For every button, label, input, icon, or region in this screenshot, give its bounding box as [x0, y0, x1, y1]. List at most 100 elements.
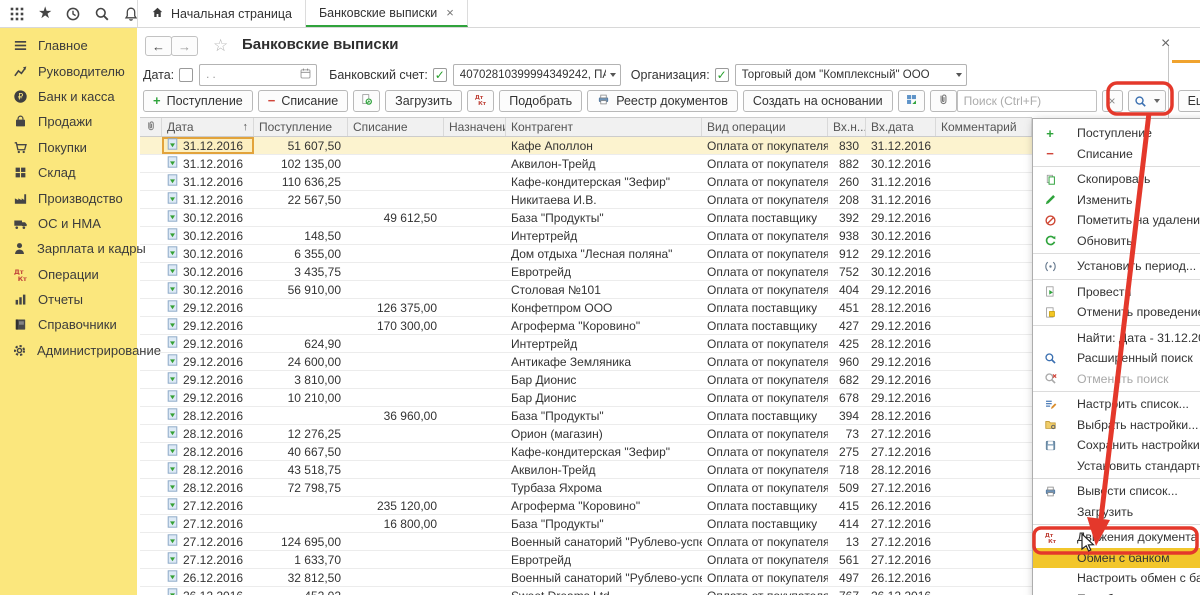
sidebar-item-hamburger[interactable]: Главное [0, 33, 137, 58]
table-row[interactable]: 29.12.2016170 300,00Агроферма "Коровино"… [140, 317, 1032, 335]
column-header-date[interactable]: Дата↑ [162, 118, 254, 136]
menu-item[interactable]: +Поступление [1033, 123, 1200, 144]
menu-item[interactable]: Найти: Дата - 31.12.2016 [1033, 328, 1200, 349]
table-row[interactable]: 31.12.201651 607,50Кафе АполлонОплата от… [140, 137, 1032, 155]
table-row[interactable]: 29.12.2016126 375,00Конфетпром ООООплата… [140, 299, 1032, 317]
column-header-num[interactable]: Вх.н... [828, 118, 866, 136]
menu-item-exchange-with-bank[interactable]: Обмен с банком [1033, 548, 1200, 569]
table-row[interactable]: 30.12.201656 910,00Столовая №101Оплата о… [140, 281, 1032, 299]
create-based-on-button[interactable]: Создать на основании [743, 90, 893, 112]
table-row[interactable]: 29.12.20163 810,00Бар ДионисОплата от по… [140, 371, 1032, 389]
sidebar-item-trend[interactable]: Руководителю [0, 58, 137, 83]
clear-search-button[interactable]: × [1102, 90, 1123, 112]
column-header-optype[interactable]: Вид операции [702, 118, 828, 136]
load-statement-button[interactable] [353, 90, 380, 112]
search-icon[interactable] [94, 5, 110, 23]
menu-item[interactable]: Провести [1033, 282, 1200, 303]
table-row[interactable]: 28.12.201636 960,00База "Продукты"Оплата… [140, 407, 1032, 425]
table-row[interactable]: 31.12.2016110 636,25Кафе-кондитерская "З… [140, 173, 1032, 191]
date-filter-input[interactable]: . . [199, 64, 317, 86]
menu-item[interactable]: Установить стандартные настройки [1033, 456, 1200, 477]
table-row[interactable]: 26.12.2016452,02Sweet Dreams LtdОплата о… [140, 587, 1032, 595]
sidebar-item-gear[interactable]: Администрирование [0, 338, 137, 363]
date-filter-checkbox[interactable] [179, 68, 193, 82]
movements-button[interactable]: ДтКт [467, 90, 494, 112]
sidebar-item-boxes[interactable]: Склад [0, 160, 137, 185]
menu-item[interactable]: Отменить проведение [1033, 302, 1200, 323]
menu-item[interactable]: Расширенный поиск [1033, 348, 1200, 369]
table-row[interactable]: 29.12.201624 600,00Антикафе ЗемляникаОпл… [140, 353, 1032, 371]
table-row[interactable]: 26.12.201632 812,50Военный санаторий "Ру… [140, 569, 1032, 587]
table-row[interactable]: 30.12.20163 435,75ЕвротрейдОплата от пок… [140, 263, 1032, 281]
org-filter-checkbox[interactable]: ✓ [715, 68, 729, 82]
menu-item[interactable]: Загрузить [1033, 502, 1200, 523]
exchange-button[interactable] [898, 90, 925, 112]
star-icon[interactable]: ★ [38, 5, 52, 23]
search-input[interactable] [957, 90, 1097, 112]
sidebar-item-truck[interactable]: ОС и НМА [0, 211, 137, 236]
menu-item[interactable]: Пометить на удаление / Снять пометку [1033, 210, 1200, 231]
menu-item[interactable]: Скопировать [1033, 169, 1200, 190]
sidebar-item-bag[interactable]: Продажи [0, 109, 137, 134]
column-header-out[interactable]: Списание [348, 118, 444, 136]
menu-item[interactable]: Настроить обмен с банком [1033, 568, 1200, 589]
menu-item[interactable]: Изменить [1033, 190, 1200, 211]
column-header-agent[interactable]: Контрагент [506, 118, 702, 136]
table-row[interactable]: 30.12.20166 355,00Дом отдыха "Лесная пол… [140, 245, 1032, 263]
writeoff-button[interactable]: −Списание [258, 90, 348, 112]
calendar-icon[interactable] [299, 67, 312, 83]
sidebar-item-factory[interactable]: Производство [0, 185, 137, 210]
table-row[interactable]: 27.12.2016235 120,00Агроферма "Коровино"… [140, 497, 1032, 515]
column-header-clip[interactable] [140, 118, 162, 136]
table-row[interactable]: 28.12.201640 667,50Кафе-кондитерская "Зе… [140, 443, 1032, 461]
menu-item[interactable]: Подобрать [1033, 589, 1200, 595]
history-icon[interactable] [65, 5, 81, 23]
sidebar-item-dtkt[interactable]: ДтКтОперации [0, 262, 137, 287]
sidebar-item-person[interactable]: Зарплата и кадры [0, 236, 137, 261]
receipt-button[interactable]: +Поступление [143, 90, 253, 112]
menu-item[interactable]: Установить период... [1033, 256, 1200, 277]
org-filter-select[interactable]: Торговый дом "Комплексный" ООО [735, 64, 967, 86]
table-row[interactable]: 30.12.201649 612,50База "Продукты"Оплата… [140, 209, 1032, 227]
sidebar-item-ruble[interactable]: ₽Банк и касса [0, 84, 137, 109]
sidebar-item-cart[interactable]: Покупки [0, 135, 137, 160]
menu-item[interactable]: Сохранить настройки... [1033, 435, 1200, 456]
menu-item[interactable]: −Списание [1033, 144, 1200, 165]
search-button[interactable] [1128, 90, 1166, 112]
account-filter-select[interactable]: 40702810399994349242, ПАО СБЕРБАНК [453, 64, 621, 86]
column-header-purpose[interactable]: Назначение ... [444, 118, 506, 136]
registry-button[interactable]: Реестр документов [587, 90, 738, 112]
table-row[interactable]: 31.12.201622 567,50Никитаева И.В.Оплата … [140, 191, 1032, 209]
more-button[interactable]: Еще [1178, 90, 1200, 112]
column-header-in[interactable]: Поступление [254, 118, 348, 136]
menu-item[interactable]: Обновить [1033, 231, 1200, 252]
menu-item[interactable]: Настроить список... [1033, 394, 1200, 415]
menu-item[interactable]: ДтКтДвижения документа [1033, 527, 1200, 548]
favorite-star-icon[interactable]: ☆ [213, 36, 228, 56]
back-button[interactable]: ← [145, 36, 172, 56]
table-row[interactable]: 28.12.201612 276,25Орион (магазин)Оплата… [140, 425, 1032, 443]
table-row[interactable]: 30.12.2016148,50ИнтертрейдОплата от поку… [140, 227, 1032, 245]
tab-home[interactable]: Начальная страница [137, 0, 306, 27]
attachments-button[interactable] [930, 90, 957, 112]
tab-bank-statements[interactable]: Банковские выписки× [306, 0, 468, 27]
column-header-ndate[interactable]: Вх.дата [866, 118, 936, 136]
tab-close-icon[interactable]: × [446, 5, 454, 20]
load-button[interactable]: Загрузить [385, 90, 462, 112]
table-row[interactable]: 29.12.2016624,90ИнтертрейдОплата от поку… [140, 335, 1032, 353]
menu-item[interactable]: Вывести список... [1033, 481, 1200, 502]
account-filter-checkbox[interactable]: ✓ [433, 68, 447, 82]
table-row[interactable]: 28.12.201672 798,75Турбаза ЯхромаОплата … [140, 479, 1032, 497]
column-header-comment[interactable]: Комментарий [936, 118, 1032, 136]
table-row[interactable]: 28.12.201643 518,75Аквилон-ТрейдОплата о… [140, 461, 1032, 479]
table-row[interactable]: 27.12.2016124 695,00Военный санаторий "Р… [140, 533, 1032, 551]
table-row[interactable]: 27.12.201616 800,00База "Продукты"Оплата… [140, 515, 1032, 533]
menu-item[interactable]: Выбрать настройки... [1033, 415, 1200, 436]
pick-button[interactable]: Подобрать [499, 90, 582, 112]
table-row[interactable]: 29.12.201610 210,00Бар ДионисОплата от п… [140, 389, 1032, 407]
forward-button[interactable]: → [171, 36, 198, 56]
table-row[interactable]: 27.12.20161 633,70ЕвротрейдОплата от пок… [140, 551, 1032, 569]
sidebar-item-bars[interactable]: Отчеты [0, 287, 137, 312]
table-row[interactable]: 31.12.2016102 135,00Аквилон-ТрейдОплата … [140, 155, 1032, 173]
sidebar-item-book[interactable]: Справочники [0, 312, 137, 337]
